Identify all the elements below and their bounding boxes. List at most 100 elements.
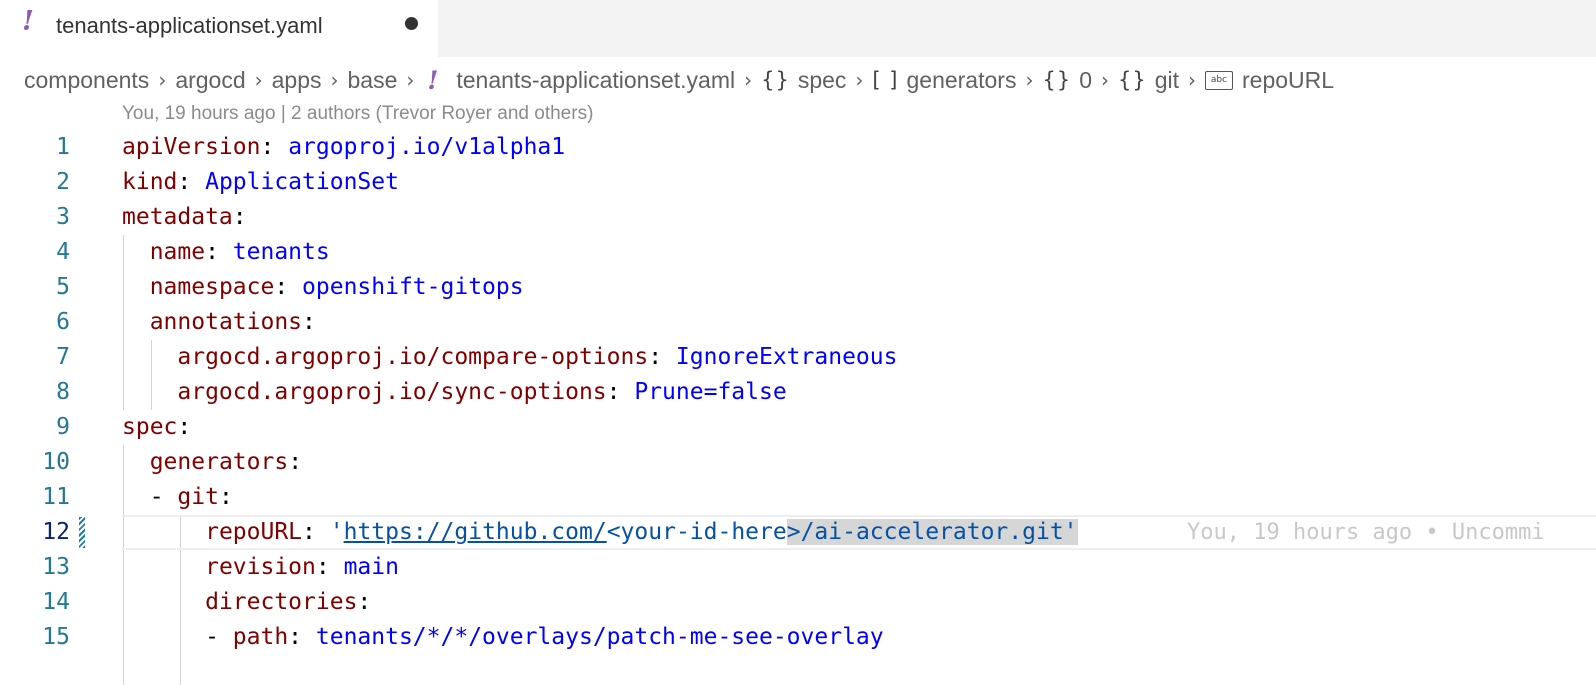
url-link[interactable]: https://github.com/ <box>344 519 607 545</box>
code-line: 4 name: tenants <box>0 235 1596 270</box>
line-number: 13 <box>42 554 70 580</box>
line-number: 9 <box>56 414 70 440</box>
yaml-value: main <box>343 554 399 580</box>
code-line: 15 - path: tenants/*/*/overlays/patch-me… <box>0 620 1596 655</box>
breadcrumb-label: spec <box>797 66 847 93</box>
breadcrumb-item-argocd[interactable]: argocd <box>175 67 245 94</box>
yaml-key: kind <box>122 169 178 195</box>
line-number: 15 <box>42 624 70 650</box>
breadcrumb-item-apps[interactable]: apps <box>272 67 322 94</box>
yaml-file-icon: ! <box>22 6 34 37</box>
chevron-right-icon: › <box>1100 68 1109 92</box>
code-line: 2 kind: ApplicationSet <box>0 165 1596 200</box>
breadcrumb-item-file[interactable]: ! tenants-applicationset.yaml <box>423 66 735 95</box>
string-text: <your-id-here <box>606 519 787 545</box>
yaml-value: argoproj.io/v1alpha1 <box>288 134 566 160</box>
line-number: 7 <box>56 344 70 370</box>
code-line: 13 revision: main <box>0 550 1596 585</box>
yaml-key: annotations <box>149 309 303 335</box>
code-line: 9 spec: <box>0 410 1596 445</box>
tab-bar: ! tenants-applicationset.yaml <box>0 0 1596 57</box>
chevron-right-icon: › <box>330 68 339 92</box>
git-blame-codelens[interactable]: You, 19 hours ago | 2 authors (Trevor Ro… <box>122 103 593 125</box>
yaml-key: generators <box>149 449 289 475</box>
inline-git-blame: You, 19 hours ago • Uncommi <box>1187 520 1545 545</box>
array-symbol-icon: [ ] <box>872 68 899 92</box>
yaml-key: name <box>149 239 206 265</box>
chevron-right-icon: › <box>1188 68 1197 92</box>
yaml-value: ApplicationSet <box>205 169 399 195</box>
breadcrumb-item-git[interactable]: {} git <box>1118 67 1179 94</box>
code-line: 10 generators: <box>0 445 1596 480</box>
line-number: 8 <box>56 379 70 405</box>
code-line: 7 argocd.argoproj.io/compare-options: Ig… <box>0 340 1596 375</box>
line-number: 2 <box>56 169 70 195</box>
breadcrumb-item-generators[interactable]: [ ] generators <box>872 67 1016 94</box>
yaml-key: path <box>232 624 289 650</box>
yaml-key: repoURL <box>205 519 303 545</box>
chevron-right-icon: › <box>855 68 864 92</box>
line-number: 5 <box>56 274 70 300</box>
code-line: 6 annotations: <box>0 305 1596 340</box>
code-line: 11 - git: <box>0 480 1596 515</box>
object-symbol-icon: {} <box>761 68 790 92</box>
code-editor[interactable]: 1 apiVersion: argoproj.io/v1alpha1 2 kin… <box>0 130 1596 685</box>
code-line: 14 directories: <box>0 585 1596 620</box>
yaml-value: tenants <box>232 239 330 265</box>
breadcrumb-label: generators <box>906 66 1017 93</box>
string-quote: ' <box>329 519 344 545</box>
code-line: 1 apiVersion: argoproj.io/v1alpha1 <box>0 130 1596 165</box>
breadcrumb: components › argocd › apps › base › ! ten… <box>24 64 1334 96</box>
line-number: 12 <box>42 519 70 545</box>
breadcrumb-label: base <box>347 66 398 93</box>
line-number: 6 <box>56 309 70 335</box>
yaml-key: metadata <box>122 204 233 230</box>
code-line: 5 namespace: openshift-gitops <box>0 270 1596 305</box>
editor-tab[interactable]: ! tenants-applicationset.yaml <box>0 0 438 57</box>
chevron-right-icon: › <box>744 68 753 92</box>
yaml-key: spec <box>122 414 178 440</box>
yaml-file-icon: ! <box>427 65 439 95</box>
yaml-key: argocd.argoproj.io/compare-options <box>177 344 649 370</box>
chevron-right-icon: › <box>1025 68 1034 92</box>
modified-line-gutter-icon[interactable] <box>79 517 85 548</box>
yaml-key: argocd.argoproj.io/sync-options <box>177 379 607 405</box>
tab-label: tenants-applicationset.yaml <box>56 13 323 38</box>
line-number: 11 <box>42 484 70 510</box>
breadcrumb-label: components <box>24 66 150 93</box>
yaml-value: tenants/*/*/overlays/patch-me-see-overla… <box>315 624 884 650</box>
line-number: 3 <box>56 204 70 230</box>
line-number: 14 <box>42 589 70 615</box>
breadcrumb-item-base[interactable]: base <box>348 67 398 94</box>
yaml-value: IgnoreExtraneous <box>675 344 898 370</box>
yaml-key: revision <box>205 554 316 580</box>
breadcrumb-label: repoURL <box>1242 66 1335 93</box>
code-line: 3 metadata: <box>0 200 1596 235</box>
line-number: 1 <box>56 134 70 160</box>
yaml-key: namespace <box>149 274 275 300</box>
breadcrumb-label: tenants-applicationset.yaml <box>456 66 736 93</box>
string-symbol-icon: abc <box>1205 70 1234 90</box>
unsaved-dot-icon[interactable] <box>405 17 418 30</box>
code-line-active[interactable]: 12 repoURL: 'https://github.com/<your-id… <box>0 515 1596 550</box>
chevron-right-icon: › <box>158 68 167 92</box>
breadcrumb-item-repourl[interactable]: abc repoURL <box>1205 67 1334 94</box>
yaml-value: openshift-gitops <box>302 274 524 300</box>
breadcrumb-label: apps <box>271 66 322 93</box>
object-symbol-icon: {} <box>1117 68 1147 92</box>
chevron-right-icon: › <box>406 68 415 92</box>
chevron-right-icon: › <box>254 68 263 92</box>
breadcrumb-label: argocd <box>175 66 246 93</box>
yaml-key: apiVersion <box>122 134 261 160</box>
line-number: 4 <box>56 239 70 265</box>
breadcrumb-item-components[interactable]: components <box>24 67 149 94</box>
yaml-key: git <box>177 484 219 510</box>
breadcrumb-label: 0 <box>1079 66 1092 93</box>
breadcrumb-item-0[interactable]: {} 0 <box>1042 67 1092 94</box>
code-line: 8 argocd.argoproj.io/sync-options: Prune… <box>0 375 1596 410</box>
yaml-key: directories <box>205 589 358 615</box>
object-symbol-icon: {} <box>1042 68 1072 92</box>
line-number: 10 <box>42 449 70 475</box>
yaml-value: Prune=false <box>634 379 787 405</box>
breadcrumb-item-spec[interactable]: {} spec <box>761 67 846 94</box>
